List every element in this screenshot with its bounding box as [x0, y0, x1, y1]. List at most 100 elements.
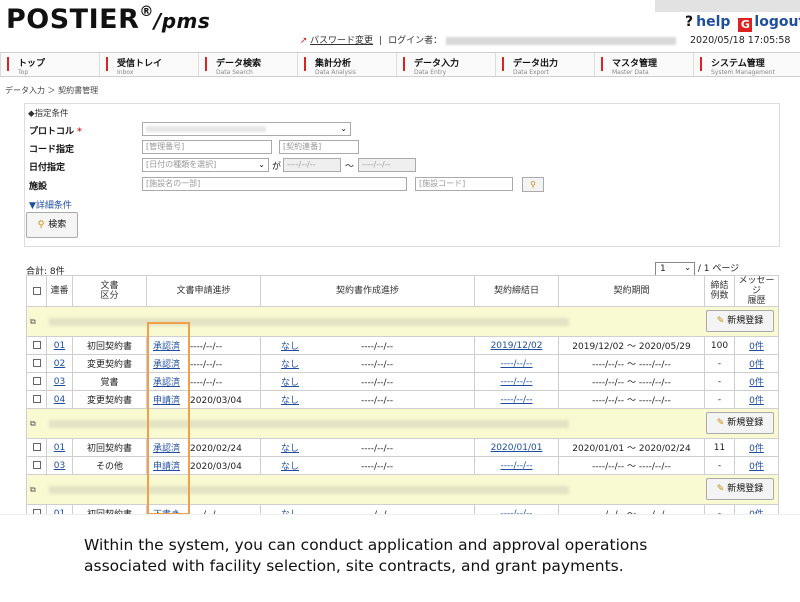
select-all-header[interactable]: [26, 275, 47, 307]
help-icon[interactable]: ?: [685, 14, 693, 30]
nav-item-inbox[interactable]: 受信トレイ Inbox: [99, 53, 198, 76]
nav-item-sublabel: Inbox: [117, 69, 134, 76]
date-to-input[interactable]: ----/--/--: [358, 158, 416, 172]
row-number-link[interactable]: 01: [54, 341, 65, 351]
facility-code-input[interactable]: [施設コード]: [415, 177, 513, 191]
no-cell: 02: [46, 354, 73, 373]
expand-icon[interactable]: ⧉: [30, 419, 36, 429]
row-select-cell[interactable]: [26, 354, 47, 373]
row-checkbox[interactable]: [32, 341, 41, 349]
nav-item-sublabel: Data Search: [216, 69, 253, 76]
row-checkbox[interactable]: [32, 359, 41, 367]
nav-item-sublabel: Data Analysis: [315, 69, 356, 76]
sign-date-link[interactable]: ----/--/--: [500, 359, 532, 369]
app-date: ----/--/--: [190, 360, 223, 370]
search-button-label: 検索: [48, 220, 67, 230]
messages-link[interactable]: 0件: [749, 396, 764, 406]
row-select-cell[interactable]: [26, 336, 47, 355]
app-status-link[interactable]: 承認済: [153, 444, 180, 454]
messages-link[interactable]: 0件: [749, 342, 764, 352]
sign-date-link[interactable]: ----/--/--: [500, 461, 532, 471]
select-all-checkbox[interactable]: [32, 286, 41, 295]
create-status-link[interactable]: なし: [281, 342, 299, 352]
row-checkbox[interactable]: [32, 443, 41, 451]
new-register-button[interactable]: ✎ 新規登録: [706, 412, 774, 434]
nav-item-label: システム管理: [711, 59, 765, 69]
nav-item-data-entry[interactable]: データ入力 Data Entry: [396, 53, 495, 76]
sign-date-link[interactable]: ----/--/--: [500, 377, 532, 387]
app-status-link[interactable]: 申請済: [153, 462, 180, 472]
date-from-input[interactable]: ----/--/--: [283, 158, 341, 172]
sign-date-link[interactable]: ----/--/--: [500, 395, 532, 405]
messages-link[interactable]: 0件: [749, 444, 764, 454]
doc-type-cell: 変更契約書: [72, 354, 147, 373]
expand-icon[interactable]: ⧉: [30, 485, 36, 495]
breadcrumb: データ入力 ＞ 契約書管理: [5, 86, 99, 95]
nav-item-system-management[interactable]: システム管理 System Management: [693, 53, 792, 76]
sign-date-link[interactable]: 2020/01/01: [491, 443, 543, 453]
row-number-link[interactable]: 01: [54, 443, 65, 453]
row-select-cell[interactable]: [26, 438, 47, 457]
facility-lookup-button[interactable]: ⚲: [522, 177, 544, 192]
row-number-link[interactable]: 02: [54, 359, 65, 369]
nav-item-master-data[interactable]: マスタ管理 Master Data: [594, 53, 693, 76]
period-cell: ----/--/-- ～ ----/--/--: [558, 354, 705, 373]
row-number-link[interactable]: 03: [54, 377, 65, 387]
logout-link[interactable]: logout: [754, 14, 800, 30]
create-status-link[interactable]: なし: [281, 462, 299, 472]
row-checkbox[interactable]: [32, 377, 41, 385]
control-number-input[interactable]: [管理番号]: [142, 140, 272, 154]
nav-item-label: データ出力: [513, 59, 559, 69]
row-checkbox[interactable]: [32, 461, 41, 469]
protocol-label: プロトコル *: [29, 124, 82, 137]
row-checkbox[interactable]: [32, 395, 41, 403]
row-number-link[interactable]: 03: [54, 461, 65, 471]
detail-conditions-link[interactable]: ▼詳細条件: [29, 198, 72, 211]
help-link[interactable]: help: [696, 14, 730, 30]
app-status-link[interactable]: 承認済: [153, 378, 180, 388]
nav-item-label: マスタ管理: [612, 59, 658, 69]
app-date: 2020/03/04: [190, 462, 242, 472]
caption-area: Within the system, you can conduct appli…: [0, 514, 800, 602]
nav-item-top[interactable]: トップ Top: [0, 53, 99, 76]
page-select[interactable]: 1 ⌄: [655, 261, 695, 276]
logout-icon[interactable]: G: [738, 18, 753, 32]
app-status-link[interactable]: 承認済: [153, 360, 180, 370]
create-status-link[interactable]: なし: [281, 378, 299, 388]
messages-link[interactable]: 0件: [749, 360, 764, 370]
row-select-cell[interactable]: [26, 390, 47, 409]
nav-item-data-search[interactable]: データ検索 Data Search: [198, 53, 297, 76]
messages-link[interactable]: 0件: [749, 462, 764, 472]
app-status-link[interactable]: 承認済: [153, 342, 180, 352]
date-label: 日付指定: [29, 163, 66, 173]
logo[interactable]: POSTIER®/pms: [6, 4, 210, 35]
nav-item-sublabel: Master Data: [612, 69, 649, 76]
nav-item-data-export[interactable]: データ出力 Data Export: [495, 53, 594, 76]
new-register-button[interactable]: ✎ 新規登録: [706, 310, 774, 332]
nav-item-label: トップ: [18, 59, 46, 69]
protocol-select[interactable]: ⌄: [142, 122, 351, 136]
search-button[interactable]: ⚲ 検索: [26, 212, 78, 238]
doc-type-cell: 変更契約書: [72, 390, 147, 409]
row-select-cell[interactable]: [26, 372, 47, 391]
create-status-link[interactable]: なし: [281, 360, 299, 370]
row-select-cell[interactable]: [26, 456, 47, 475]
count-cell: -: [704, 390, 735, 409]
messages-cell: 0件: [734, 372, 779, 391]
nav-item-data-analysis[interactable]: 集計分析 Data Analysis: [297, 53, 396, 76]
new-register-button[interactable]: ✎ 新規登録: [706, 478, 774, 500]
create-status-link[interactable]: なし: [281, 396, 299, 406]
contract-serial-input[interactable]: [契約連番]: [279, 140, 359, 154]
password-change-link[interactable]: パスワード変更: [310, 36, 373, 46]
nav-item-label: データ入力: [414, 59, 460, 69]
app-status-link[interactable]: 申請済: [153, 396, 180, 406]
create-date: ----/--/--: [361, 360, 394, 370]
row-number-link[interactable]: 04: [54, 395, 65, 405]
sign-date-link[interactable]: 2019/12/02: [491, 341, 543, 351]
date-type-select[interactable]: [日付の種類を選択] ⌄: [142, 158, 269, 172]
create-status-link[interactable]: なし: [281, 444, 299, 454]
expand-icon[interactable]: ⧉: [30, 317, 36, 327]
messages-link[interactable]: 0件: [749, 378, 764, 388]
create-date: ----/--/--: [361, 462, 394, 472]
facility-name-input[interactable]: [施設名の一部]: [142, 177, 407, 191]
